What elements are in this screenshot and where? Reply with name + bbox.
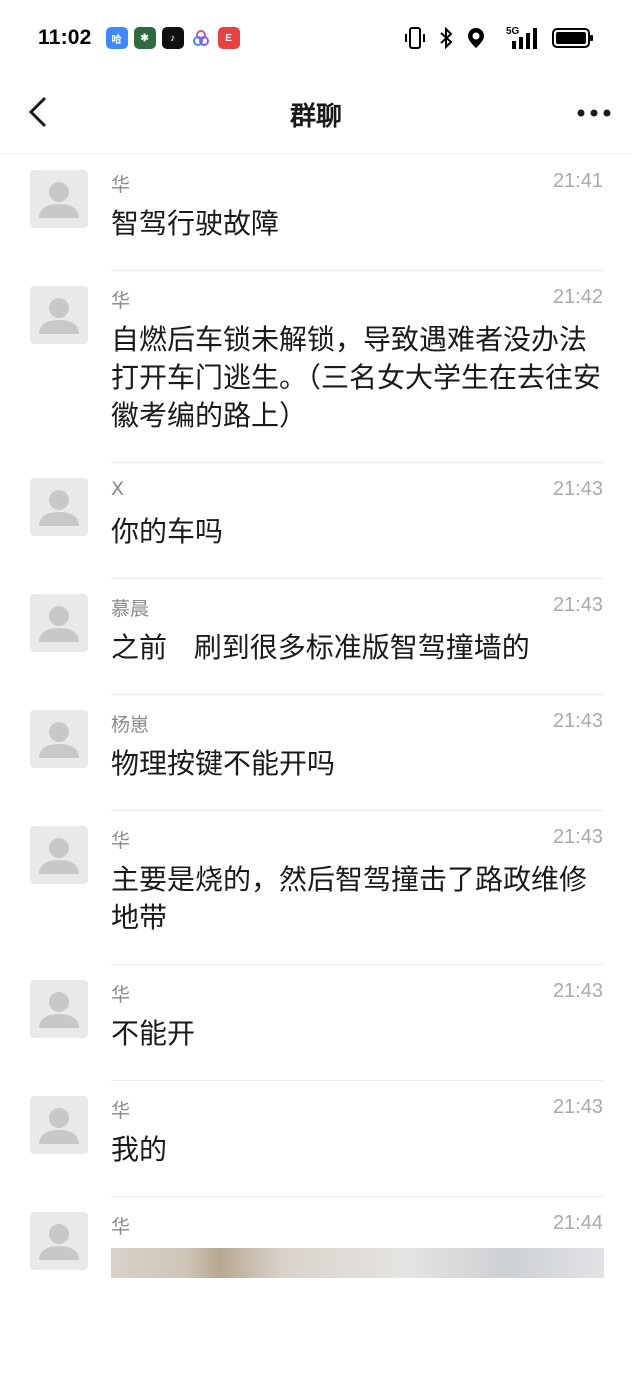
message-list[interactable]: 华 21:41 智驾行驶故障 华 21:42 自燃后车锁未解锁，导致遇难者没办法… — [0, 155, 632, 1305]
avatar[interactable] — [30, 1096, 88, 1154]
message-text: 主要是烧的，然后智驾撞击了路政维修地带 — [111, 863, 588, 934]
sender-name: 华 — [111, 174, 131, 196]
sender-name: 杨崽 — [111, 714, 150, 736]
sender-name: 华 — [111, 1216, 131, 1238]
sender-name: X — [111, 478, 125, 500]
default-avatar-icon — [39, 722, 79, 758]
message-item[interactable]: 华 21:43 我的 — [0, 1081, 632, 1197]
status-bar: 11:02 哈 ✱ ♪ E 5G — [0, 0, 632, 76]
app-icon: 哈 — [105, 27, 128, 49]
sender-name: 华 — [111, 830, 131, 852]
message-time: 21:41 — [552, 170, 603, 192]
message-item[interactable]: 华 21:43 不能开 — [0, 965, 632, 1081]
default-avatar-icon — [39, 490, 79, 526]
chevron-left-icon — [28, 96, 47, 128]
default-avatar-icon — [39, 1224, 79, 1260]
more-options-button[interactable] — [574, 96, 614, 130]
avatar[interactable] — [30, 170, 88, 228]
sender-name: 华 — [111, 984, 131, 1006]
status-time: 11:02 — [38, 26, 92, 49]
message-item[interactable]: 慕晨 21:43 之前 刷到很多标准版智驾撞墙的 — [0, 579, 632, 695]
message-time: 21:42 — [552, 286, 603, 308]
app-icon: ✱ — [133, 27, 156, 49]
message-item[interactable]: 华 21:42 自燃后车锁未解锁，导致遇难者没办法打开车门逃生。（三名女大学生在… — [0, 271, 632, 463]
avatar[interactable] — [30, 980, 88, 1038]
message-item[interactable]: 华 21:43 主要是烧的，然后智驾撞击了路政维修地带 — [0, 811, 632, 965]
tiktok-icon: ♪ — [161, 27, 184, 49]
avatar[interactable] — [30, 594, 88, 652]
default-avatar-icon — [39, 298, 79, 334]
back-button[interactable] — [20, 92, 56, 132]
vibrate-icon — [404, 26, 426, 50]
battery-icon — [552, 26, 594, 50]
message-text: 智驾行驶故障 — [111, 207, 280, 240]
message-time: 21:43 — [552, 478, 603, 500]
default-avatar-icon — [39, 838, 79, 874]
avatar[interactable] — [30, 478, 88, 536]
default-avatar-icon — [39, 1108, 79, 1144]
avatar[interactable] — [30, 1212, 88, 1270]
message-item[interactable]: X 21:43 你的车吗 — [0, 463, 632, 579]
bluetooth-icon — [438, 26, 454, 50]
message-image[interactable] — [111, 1248, 604, 1278]
message-time: 21:43 — [552, 980, 603, 1002]
message-time: 21:43 — [552, 1096, 603, 1118]
notification-app-icons: 哈 ✱ ♪ E — [105, 27, 240, 49]
default-avatar-icon — [39, 606, 79, 642]
message-time: 21:43 — [552, 594, 603, 616]
avatar[interactable] — [30, 286, 88, 344]
signal-5g-icon: 5G — [498, 25, 540, 51]
navigation-bar: 群聊 — [0, 76, 632, 154]
message-text: 自燃后车锁未解锁，导致遇难者没办法打开车门逃生。（三名女大学生在去往安徽考编的路… — [111, 323, 602, 432]
message-item[interactable]: 华 21:44 — [0, 1197, 632, 1305]
sender-name: 华 — [111, 290, 131, 312]
page-title: 群聊 — [289, 102, 342, 132]
default-avatar-icon — [39, 182, 79, 218]
app-icon: E — [217, 27, 240, 49]
svg-text:5G: 5G — [506, 26, 520, 37]
message-text: 之前 刷到很多标准版智驾撞墙的 — [111, 631, 530, 664]
message-text: 物理按键不能开吗 — [111, 747, 336, 780]
message-time: 21:43 — [552, 826, 603, 848]
more-dots-icon — [577, 109, 611, 117]
avatar[interactable] — [30, 710, 88, 768]
sender-name: 慕晨 — [111, 598, 150, 620]
message-time: 21:43 — [552, 710, 603, 732]
avatar[interactable] — [30, 826, 88, 884]
message-text: 不能开 — [111, 1017, 196, 1050]
message-text: 我的 — [111, 1133, 168, 1166]
message-item[interactable]: 杨崽 21:43 物理按键不能开吗 — [0, 695, 632, 811]
message-item[interactable]: 华 21:41 智驾行驶故障 — [0, 155, 632, 271]
default-avatar-icon — [39, 992, 79, 1028]
message-time: 21:44 — [552, 1212, 603, 1234]
sender-name: 华 — [111, 1100, 131, 1122]
message-text: 你的车吗 — [111, 515, 224, 548]
location-icon — [466, 26, 486, 50]
app-icon — [189, 27, 212, 49]
